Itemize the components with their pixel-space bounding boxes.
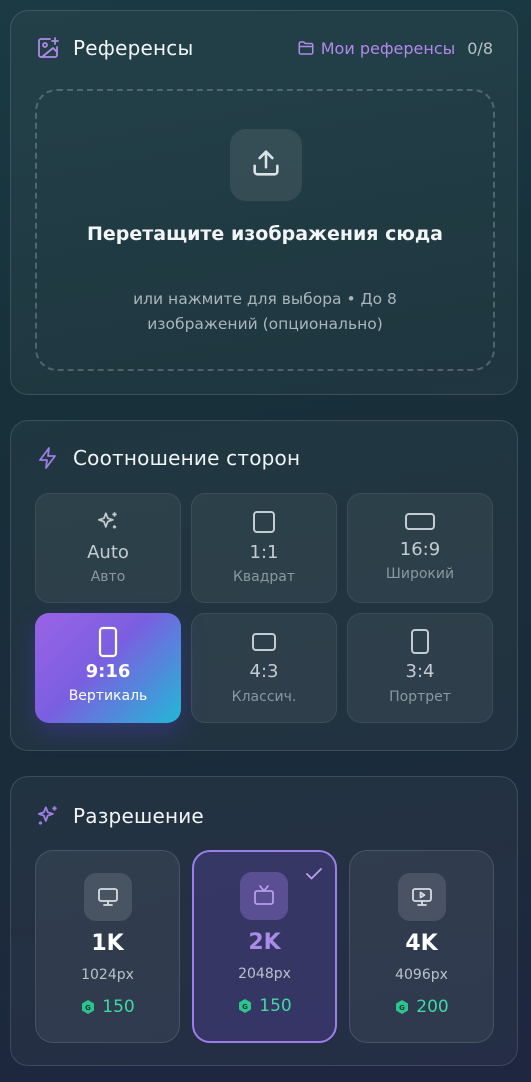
- resolution-price: G 200: [350, 997, 493, 1017]
- resolution-pixels: 4096px: [395, 967, 448, 983]
- sparkle-icon: [36, 508, 180, 536]
- checkmark-icon: [305, 866, 323, 885]
- aspect-ratio-label: 1:1: [249, 542, 279, 563]
- aspect-desc-label: Широкий: [385, 566, 455, 582]
- my-references-link[interactable]: Мои референсы 0/8: [297, 33, 493, 63]
- portrait-rect-icon: [348, 628, 492, 656]
- svg-text:G: G: [399, 1004, 405, 1012]
- wide-rect-icon: [348, 508, 492, 536]
- square-icon: [192, 508, 336, 536]
- sparkles-icon: [35, 803, 61, 829]
- references-title: Референсы: [73, 36, 194, 60]
- phone-icon: [35, 625, 181, 659]
- coin-icon: G: [80, 999, 96, 1015]
- resolution-pixels: 1024px: [81, 967, 134, 983]
- aspect-desc-label: Классич.: [231, 689, 297, 705]
- tv-icon: [240, 872, 288, 920]
- aspect-option-4-3[interactable]: 4:3 Классич.: [191, 613, 337, 723]
- aspect-ratio-panel: Соотношение сторон Auto Авто 1:1 Квадрат: [10, 420, 518, 751]
- dropzone-subtitle: или нажмите для выбора • До 8 изображени…: [133, 290, 397, 333]
- aspect-desc-label: Вертикаль: [68, 688, 148, 704]
- aspect-option-1-1[interactable]: 1:1 Квадрат: [191, 493, 337, 603]
- coin-icon: G: [237, 998, 253, 1014]
- aspect-desc-label: Авто: [90, 569, 126, 585]
- aspect-header: Соотношение сторон: [35, 443, 300, 473]
- resolution-panel: Разрешение 1K 1024px G 150 2K 2048px G 1…: [10, 776, 518, 1066]
- aspect-desc-label: Квадрат: [232, 569, 296, 585]
- resolution-name: 4K: [405, 931, 438, 956]
- folder-icon: [297, 39, 315, 57]
- resolution-title: Разрешение: [73, 804, 204, 828]
- references-header: Референсы: [35, 33, 193, 63]
- aspect-title: Соотношение сторон: [73, 446, 301, 470]
- aspect-option-16-9[interactable]: 16:9 Широкий: [347, 493, 493, 603]
- price-value: 200: [416, 997, 449, 1017]
- resolution-name: 2K: [248, 930, 281, 955]
- resolution-name: 1K: [91, 931, 124, 956]
- coin-icon: G: [394, 999, 410, 1015]
- bolt-icon: [35, 445, 61, 471]
- resolution-option-1k[interactable]: 1K 1024px G 150: [35, 850, 180, 1043]
- dropzone-title: Перетащите изображения сюда: [87, 223, 443, 245]
- resolution-option-2k[interactable]: 2K 2048px G 150: [192, 850, 337, 1043]
- references-count: 0/8: [467, 38, 493, 58]
- aspect-ratio-label: 4:3: [249, 661, 279, 682]
- aspect-option-3-4[interactable]: 3:4 Портрет: [347, 613, 493, 723]
- resolution-option-4k[interactable]: 4K 4096px G 200: [349, 850, 494, 1043]
- resolution-header: Разрешение: [35, 801, 204, 831]
- price-value: 150: [102, 997, 135, 1017]
- aspect-ratio-label: 9:16: [85, 661, 131, 682]
- resolution-pixels: 2048px: [238, 966, 291, 982]
- image-dropzone[interactable]: Перетащите изображения сюда или нажмите …: [35, 89, 495, 371]
- resolution-price: G 150: [194, 996, 335, 1016]
- upload-button[interactable]: [230, 129, 302, 201]
- rect-icon: [192, 628, 336, 656]
- monitor-play-icon: [398, 873, 446, 921]
- aspect-ratio-label: Auto: [87, 542, 129, 563]
- upload-icon: [249, 146, 283, 184]
- my-references-label[interactable]: Мои референсы: [321, 39, 456, 58]
- aspect-option-9-16[interactable]: 9:16 Вертикаль: [35, 613, 181, 723]
- image-plus-icon: [35, 35, 61, 61]
- monitor-icon: [84, 873, 132, 921]
- aspect-ratio-label: 3:4: [405, 661, 435, 682]
- aspect-ratio-label: 16:9: [399, 539, 441, 560]
- price-value: 150: [259, 996, 292, 1016]
- references-panel: Референсы Мои референсы 0/8 Перетащите и…: [10, 10, 518, 395]
- aspect-option-auto[interactable]: Auto Авто: [35, 493, 181, 603]
- svg-text:G: G: [242, 1003, 248, 1011]
- resolution-price: G 150: [36, 997, 179, 1017]
- aspect-desc-label: Портрет: [389, 689, 451, 705]
- svg-text:G: G: [85, 1004, 91, 1012]
